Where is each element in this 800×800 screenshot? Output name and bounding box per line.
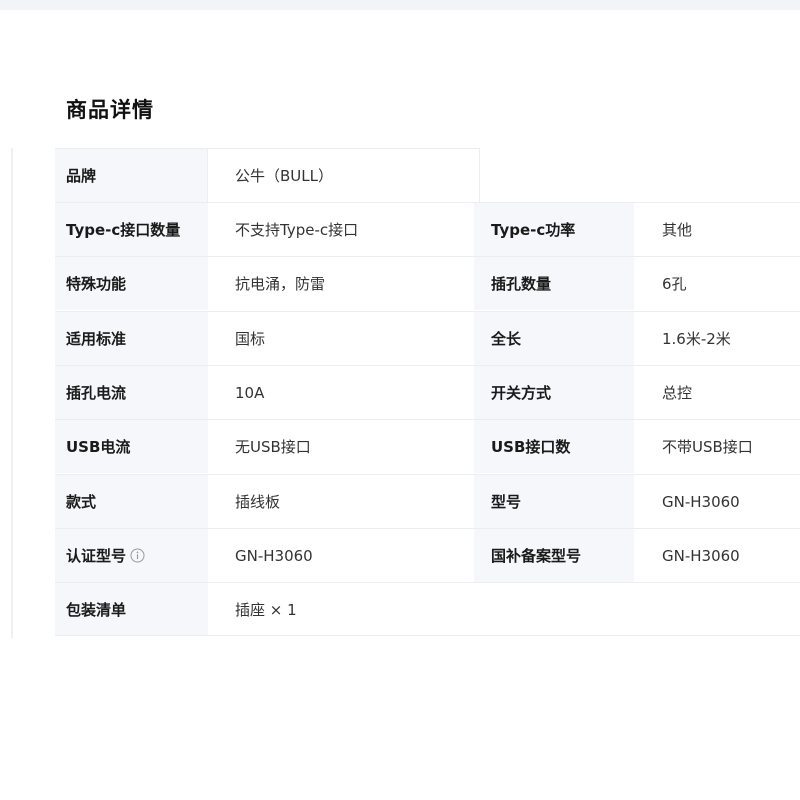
spec-value-special-function: 抗电涌，防雷	[208, 256, 474, 310]
spec-label-special-function: 特殊功能	[55, 256, 208, 310]
spec-value-model: GN-H3060	[634, 474, 800, 528]
spec-value-standard: 国标	[208, 311, 474, 365]
spec-label-socket-count: 插孔数量	[474, 256, 634, 310]
spec-value-brand: 公牛（BULL）	[208, 148, 480, 202]
spec-label-typec-count: Type-c接口数量	[55, 202, 208, 256]
spec-row-current: 插孔电流 10A 开关方式 总控	[55, 365, 800, 419]
spec-value-switch-type: 总控	[634, 365, 800, 419]
spec-value-length: 1.6米-2米	[634, 311, 800, 365]
spec-label-length: 全长	[474, 311, 634, 365]
spec-label-usb-current: USB电流	[55, 419, 208, 473]
spec-row-style: 款式 插线板 型号 GN-H3060	[55, 474, 800, 528]
spec-row-typec: Type-c接口数量 不支持Type-c接口 Type-c功率 其他	[55, 202, 800, 256]
spec-value-subsidy-model: GN-H3060	[634, 528, 800, 582]
spec-row-certification: 认证型号 GN-H3060 国补备案型号 GN-H3060	[55, 528, 800, 582]
spec-label-style: 款式	[55, 474, 208, 528]
spec-value-style: 插线板	[208, 474, 474, 528]
spec-label-model: 型号	[474, 474, 634, 528]
spec-label-certification-cell: 认证型号	[55, 528, 208, 582]
spec-label-brand: 品牌	[55, 148, 208, 202]
spec-row-features: 特殊功能 抗电涌，防雷 插孔数量 6孔	[55, 256, 800, 310]
spec-row-package: 包装清单 插座 × 1	[55, 582, 800, 636]
spec-row-standard: 适用标准 国标 全长 1.6米-2米	[55, 311, 800, 365]
spec-label-switch-type: 开关方式	[474, 365, 634, 419]
spec-label-package-list: 包装清单	[55, 582, 208, 636]
spec-label-socket-current: 插孔电流	[55, 365, 208, 419]
spec-row-brand: 品牌 公牛（BULL）	[55, 148, 480, 202]
spec-label-standard: 适用标准	[55, 311, 208, 365]
spec-label-certification-model: 认证型号	[66, 547, 127, 565]
spec-value-socket-current: 10A	[208, 365, 474, 419]
spec-value-package-list: 插座 × 1	[208, 582, 800, 636]
spec-value-usb-count: 不带USB接口	[634, 419, 800, 473]
spec-label-subsidy-model: 国补备案型号	[474, 528, 634, 582]
spec-value-certification-model: GN-H3060	[208, 528, 474, 582]
spec-value-typec-count: 不支持Type-c接口	[208, 202, 474, 256]
spec-label-usb-count: USB接口数	[474, 419, 634, 473]
info-icon[interactable]	[130, 548, 145, 563]
spec-label-typec-power: Type-c功率	[474, 202, 634, 256]
spec-value-typec-power: 其他	[634, 202, 800, 256]
spec-table: 品牌 公牛（BULL） Type-c接口数量 不支持Type-c接口 Type-…	[0, 0, 800, 800]
spec-value-usb-current: 无USB接口	[208, 419, 474, 473]
spec-row-usb: USB电流 无USB接口 USB接口数 不带USB接口	[55, 419, 800, 473]
spec-value-socket-count: 6孔	[634, 256, 800, 310]
